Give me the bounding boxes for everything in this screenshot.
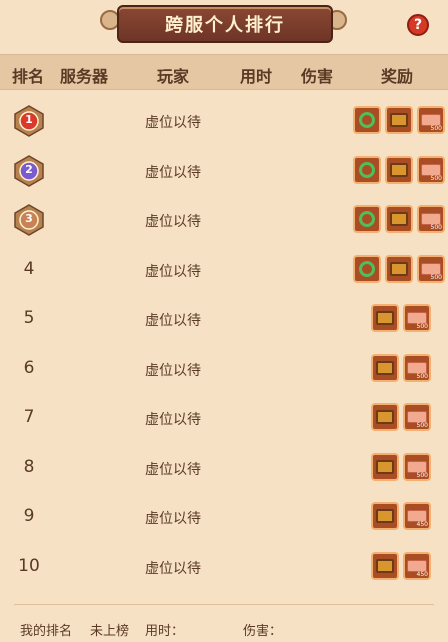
rank-number: 8: [23, 456, 35, 477]
rank-number: 9: [23, 506, 35, 526]
treasure-chest-icon[interactable]: [371, 304, 399, 332]
reward-quantity: 450: [416, 521, 428, 528]
footer-divider: [14, 604, 434, 605]
ticket-icon[interactable]: 500: [417, 106, 445, 134]
header-player: 玩家: [157, 67, 190, 86]
table-row: 3 虚位以待 500: [0, 196, 448, 245]
reward-quantity: 500: [416, 471, 428, 479]
table-row: 9 虚位以待 450: [0, 493, 448, 542]
rank-number: 10: [18, 555, 40, 576]
treasure-chest-icon[interactable]: [371, 502, 399, 530]
header-server: 服务器: [60, 67, 109, 86]
header-reward: 奖励: [381, 67, 414, 86]
rank-number: 2: [25, 162, 33, 176]
green-ring-icon[interactable]: [353, 205, 381, 233]
ticket-icon[interactable]: 500: [417, 155, 445, 184]
top-bar: 跨服个人排行 ?: [0, 0, 448, 52]
player-name: 虚位以待: [145, 461, 201, 478]
ticket-icon[interactable]: 450: [403, 551, 431, 580]
rank-medal-icon: 3: [12, 203, 46, 237]
player-name: 虚位以待: [145, 362, 201, 379]
treasure-chest-icon[interactable]: [385, 205, 413, 233]
table-row: 5 虚位以待 500: [0, 295, 448, 344]
rank-number: 3: [25, 212, 33, 225]
rank-number: 1: [25, 113, 33, 126]
reward-quantity: 450: [416, 570, 428, 578]
title-plaque: 跨服个人排行: [117, 5, 333, 43]
treasure-chest-icon[interactable]: [371, 353, 399, 382]
rank-medal-icon: 2: [12, 154, 46, 188]
reward-quantity: 500: [416, 323, 428, 330]
treasure-chest-icon[interactable]: [371, 551, 399, 580]
reward-quantity: 500: [430, 125, 442, 132]
table-row: 8 虚位以待 500: [0, 444, 448, 493]
ticket-icon[interactable]: 500: [403, 353, 431, 382]
reward-quantity: 500: [430, 273, 442, 281]
ticket-icon[interactable]: 500: [403, 403, 431, 431]
treasure-chest-icon[interactable]: [385, 254, 413, 283]
treasure-chest-icon[interactable]: [385, 155, 413, 184]
time-label: 用时：: [145, 624, 185, 639]
ticket-icon[interactable]: 500: [403, 304, 431, 332]
player-name: 虚位以待: [145, 115, 201, 131]
rank-number: 6: [23, 357, 35, 378]
player-name: 虚位以待: [145, 214, 201, 230]
table-row: 1 虚位以待 500: [0, 97, 448, 146]
reward-quantity: 500: [416, 422, 428, 429]
table-row: 7 虚位以待 500: [0, 394, 448, 443]
page-title: 跨服个人排行: [165, 15, 285, 36]
ticket-icon[interactable]: 500: [417, 254, 445, 283]
damage-label: 伤害：: [243, 624, 283, 639]
ticket-icon[interactable]: 500: [403, 452, 431, 481]
rank-number: 4: [23, 258, 35, 279]
table-row: 6 虚位以待 500: [0, 345, 448, 394]
ticket-icon[interactable]: 450: [403, 502, 431, 530]
treasure-chest-icon[interactable]: [385, 106, 413, 134]
header-time: 用时: [240, 67, 273, 86]
table-header: 排名 服务器 玩家 用时 伤害 奖励: [0, 54, 448, 90]
green-ring-icon[interactable]: [353, 106, 381, 134]
my-rank-label: 我的排名: [20, 624, 73, 639]
player-name: 虚位以待: [145, 313, 201, 329]
help-button[interactable]: ?: [407, 14, 429, 36]
table-row: 2 虚位以待 500: [0, 147, 448, 196]
ticket-icon[interactable]: 500: [417, 205, 445, 233]
player-name: 虚位以待: [145, 263, 201, 280]
header-rank: 排名: [12, 67, 45, 86]
treasure-chest-icon[interactable]: [371, 403, 399, 431]
player-name: 虚位以待: [145, 560, 201, 577]
reward-quantity: 500: [416, 372, 428, 380]
rank-medal-icon: 1: [12, 104, 46, 138]
header-damage: 伤害: [301, 67, 334, 86]
table-row: 4 虚位以待 500: [0, 246, 448, 295]
player-name: 虚位以待: [145, 511, 201, 527]
treasure-chest-icon[interactable]: [371, 452, 399, 481]
reward-quantity: 500: [430, 224, 442, 231]
reward-quantity: 500: [430, 174, 442, 182]
player-name: 虚位以待: [145, 412, 201, 428]
green-ring-icon[interactable]: [353, 155, 381, 184]
table-row: 10 虚位以待 450: [0, 543, 448, 592]
my-rank-value: 未上榜: [90, 624, 130, 639]
green-ring-icon[interactable]: [353, 254, 381, 283]
player-name: 虚位以待: [145, 164, 201, 181]
rank-number: 7: [23, 407, 35, 427]
rank-number: 5: [23, 308, 35, 328]
